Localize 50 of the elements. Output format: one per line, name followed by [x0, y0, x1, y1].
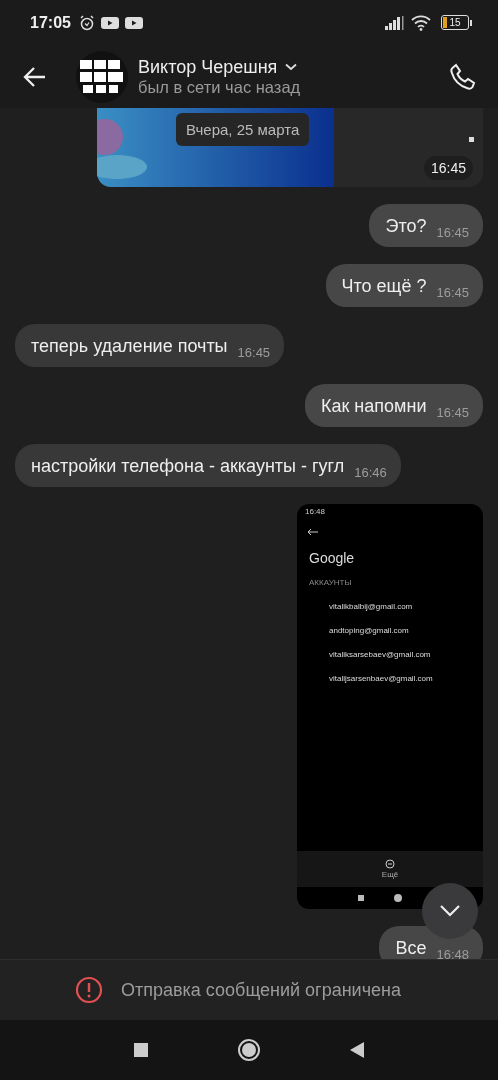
account-email: andtoping@gmail.com [329, 626, 410, 635]
message-bubble[interactable]: Как напомни 16:45 [305, 384, 483, 427]
message-text: настройки телефона - аккаунты - гугл [31, 455, 345, 478]
message-time: 16:45 [436, 225, 469, 240]
message-text: Как напомни [321, 395, 427, 418]
account-email: vitaliksarsebaev@gmail.com [329, 650, 432, 659]
warning-icon [75, 976, 103, 1004]
avatar[interactable] [76, 50, 128, 103]
alarm-icon [78, 14, 95, 31]
account-email: vitalijsarsenbaev@gmail.com [329, 674, 434, 683]
battery-level: 15 [449, 17, 461, 28]
message-text: Это? [385, 215, 427, 238]
message-text: теперь удаление почты [31, 335, 228, 358]
contact-name[interactable]: Виктор Черешня [138, 56, 278, 78]
restriction-notice: Отправка сообщений ограничена [121, 979, 401, 1001]
screenshot-message[interactable]: 16:48 Google АККАУНТЫ vitalikbalbij@gmail.com andtoping@gmail.com vitaliksarsebaev@gmail.com vitalijsarsenbaev@gmail.com Ещё [297, 504, 483, 909]
message-bubble[interactable]: Что ещё ? 16:45 [325, 264, 483, 307]
video-icon [124, 15, 143, 30]
home-icon[interactable] [237, 1038, 261, 1062]
screenshot-title: Google [309, 550, 356, 566]
message-bubble[interactable]: Это? 16:45 [369, 204, 483, 247]
circle-icon [393, 893, 403, 903]
screenshot-section-label: АККАУНТЫ [309, 578, 353, 587]
message-time: 16:45 [237, 345, 271, 360]
recents-icon[interactable] [133, 1042, 149, 1058]
message-bubble[interactable]: теперь удаление почты 16:45 [15, 324, 285, 367]
message-bubble[interactable]: настройки телефона - аккаунты - гугл 16:46 [15, 444, 401, 487]
screenshot-status-time: 16:48 [305, 506, 326, 516]
square-icon [357, 894, 365, 902]
phone-icon[interactable] [448, 61, 478, 92]
account-email: vitalikbalbij@gmail.com [329, 602, 414, 611]
signal-icon [385, 15, 405, 30]
status-time: 17:05 [30, 13, 71, 32]
message-time: 16:45 [423, 156, 473, 180]
video-icon [100, 15, 119, 30]
message-time: 16:45 [436, 285, 469, 300]
message-time: 16:45 [436, 405, 469, 420]
message-text: Все [395, 937, 427, 959]
back-icon[interactable] [349, 1041, 365, 1059]
more-label: Ещё [381, 870, 399, 879]
message-text: Что ещё ? [341, 275, 427, 298]
presence-status: был в сети час назад [138, 77, 301, 97]
wifi-icon [411, 14, 431, 31]
date-pill: Вчера, 25 марта [176, 113, 310, 146]
message-time: 16:48 [436, 947, 469, 959]
more-icon [385, 859, 395, 869]
message-time: 16:46 [354, 465, 387, 480]
back-arrow-icon [307, 528, 319, 536]
chevron-down-icon[interactable] [285, 63, 298, 71]
chevron-down-icon[interactable] [439, 904, 461, 918]
